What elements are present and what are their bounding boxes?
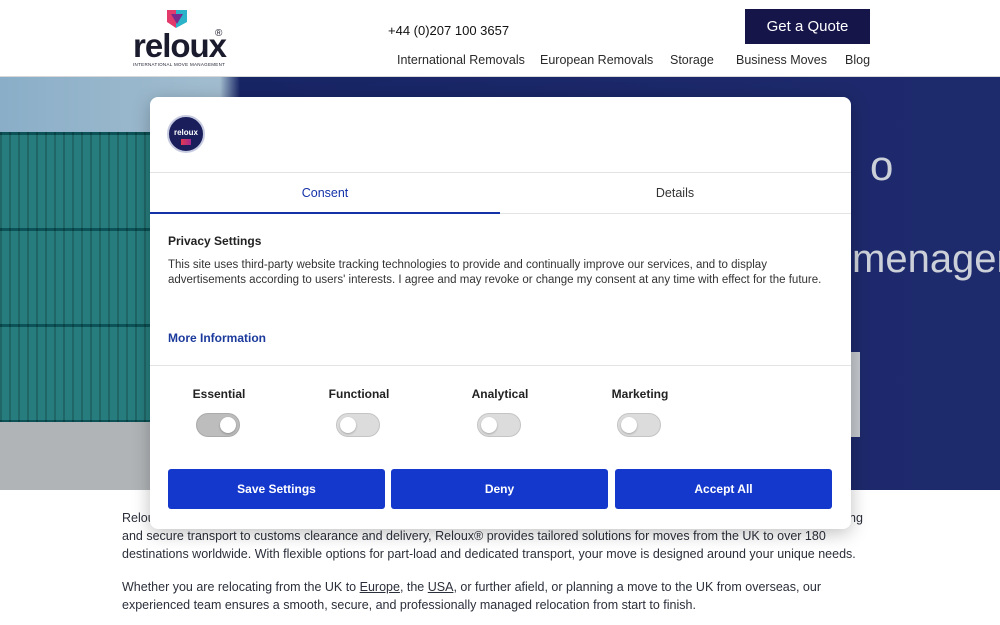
get-a-quote-button[interactable]: Get a Quote <box>745 9 870 44</box>
relocation-paragraph: Whether you are relocating from the UK t… <box>122 578 882 614</box>
consent-divider <box>150 365 851 366</box>
essential-label: Essential <box>192 387 246 401</box>
europe-link[interactable]: Europe <box>360 580 400 594</box>
logo-wordmark: reloux <box>133 27 227 64</box>
analytical-toggle[interactable] <box>477 413 521 437</box>
save-settings-button[interactable]: Save Settings <box>168 469 385 509</box>
analytical-label: Analytical <box>471 387 529 401</box>
logo-tagline: INTERNATIONAL MOVE MANAGEMENT <box>133 62 226 67</box>
consent-logo-stripe <box>181 139 191 145</box>
reloux-logo[interactable]: reloux ® INTERNATIONAL MOVE MANAGEMENT <box>133 10 227 68</box>
nav-blog[interactable]: Blog <box>845 53 870 67</box>
relocation-text-part1: Whether you are relocating from the UK t… <box>122 580 360 594</box>
more-information-link[interactable]: More Information <box>168 331 266 345</box>
essential-toggle[interactable] <box>196 413 240 437</box>
nav-european-removals[interactable]: European Removals <box>540 53 653 67</box>
logo-registered-mark: ® <box>215 28 223 39</box>
toggle-knob <box>340 417 356 433</box>
relocation-line-1: Whether you are relocating from the UK t… <box>122 578 882 596</box>
marketing-category: Marketing <box>590 387 690 437</box>
intro-line-3: destinations worldwide. With flexible op… <box>122 547 856 561</box>
privacy-description: This site uses third-party website track… <box>168 259 822 286</box>
nav-international-removals[interactable]: International Removals <box>397 53 525 67</box>
functional-label: Functional <box>328 387 390 401</box>
tab-consent[interactable]: Consent <box>150 173 500 214</box>
toggle-knob <box>220 417 236 433</box>
marketing-toggle[interactable] <box>617 413 661 437</box>
functional-category: Functional <box>309 387 409 437</box>
consent-logo-text: reloux <box>173 128 198 137</box>
consent-tabbar: Consent Details <box>150 172 851 214</box>
nav-business-moves[interactable]: Business Moves <box>736 53 827 67</box>
nav-storage[interactable]: Storage <box>670 53 714 67</box>
consent-logo: reloux <box>167 115 205 153</box>
intro-line-1-end: ng <box>849 511 863 525</box>
deny-button[interactable]: Deny <box>391 469 608 509</box>
privacy-settings-title: Privacy Settings <box>168 234 262 248</box>
toggle-knob <box>481 417 497 433</box>
relocation-text-part2: , the <box>399 580 428 594</box>
essential-category: Essential <box>169 387 269 437</box>
toggle-knob <box>621 417 637 433</box>
accept-all-button[interactable]: Accept All <box>615 469 832 509</box>
usa-link[interactable]: USA <box>428 580 454 594</box>
analytical-category: Analytical <box>450 387 550 437</box>
site-header: reloux ® INTERNATIONAL MOVE MANAGEMENT +… <box>0 0 1000 77</box>
phone-number[interactable]: +44 (0)207 100 3657 <box>388 23 509 38</box>
consent-dialog: reloux Consent Details Privacy Settings … <box>150 97 851 529</box>
marketing-label: Marketing <box>611 387 669 401</box>
functional-toggle[interactable] <box>336 413 380 437</box>
relocation-text-part3: , or further afield, or planning a move … <box>453 580 821 594</box>
logo-mark-icon <box>167 10 187 28</box>
relocation-line-2: experienced team ensures a smooth, secur… <box>122 598 696 612</box>
intro-line-2: and secure transport to customs clearanc… <box>122 529 826 543</box>
tab-details[interactable]: Details <box>500 173 850 214</box>
